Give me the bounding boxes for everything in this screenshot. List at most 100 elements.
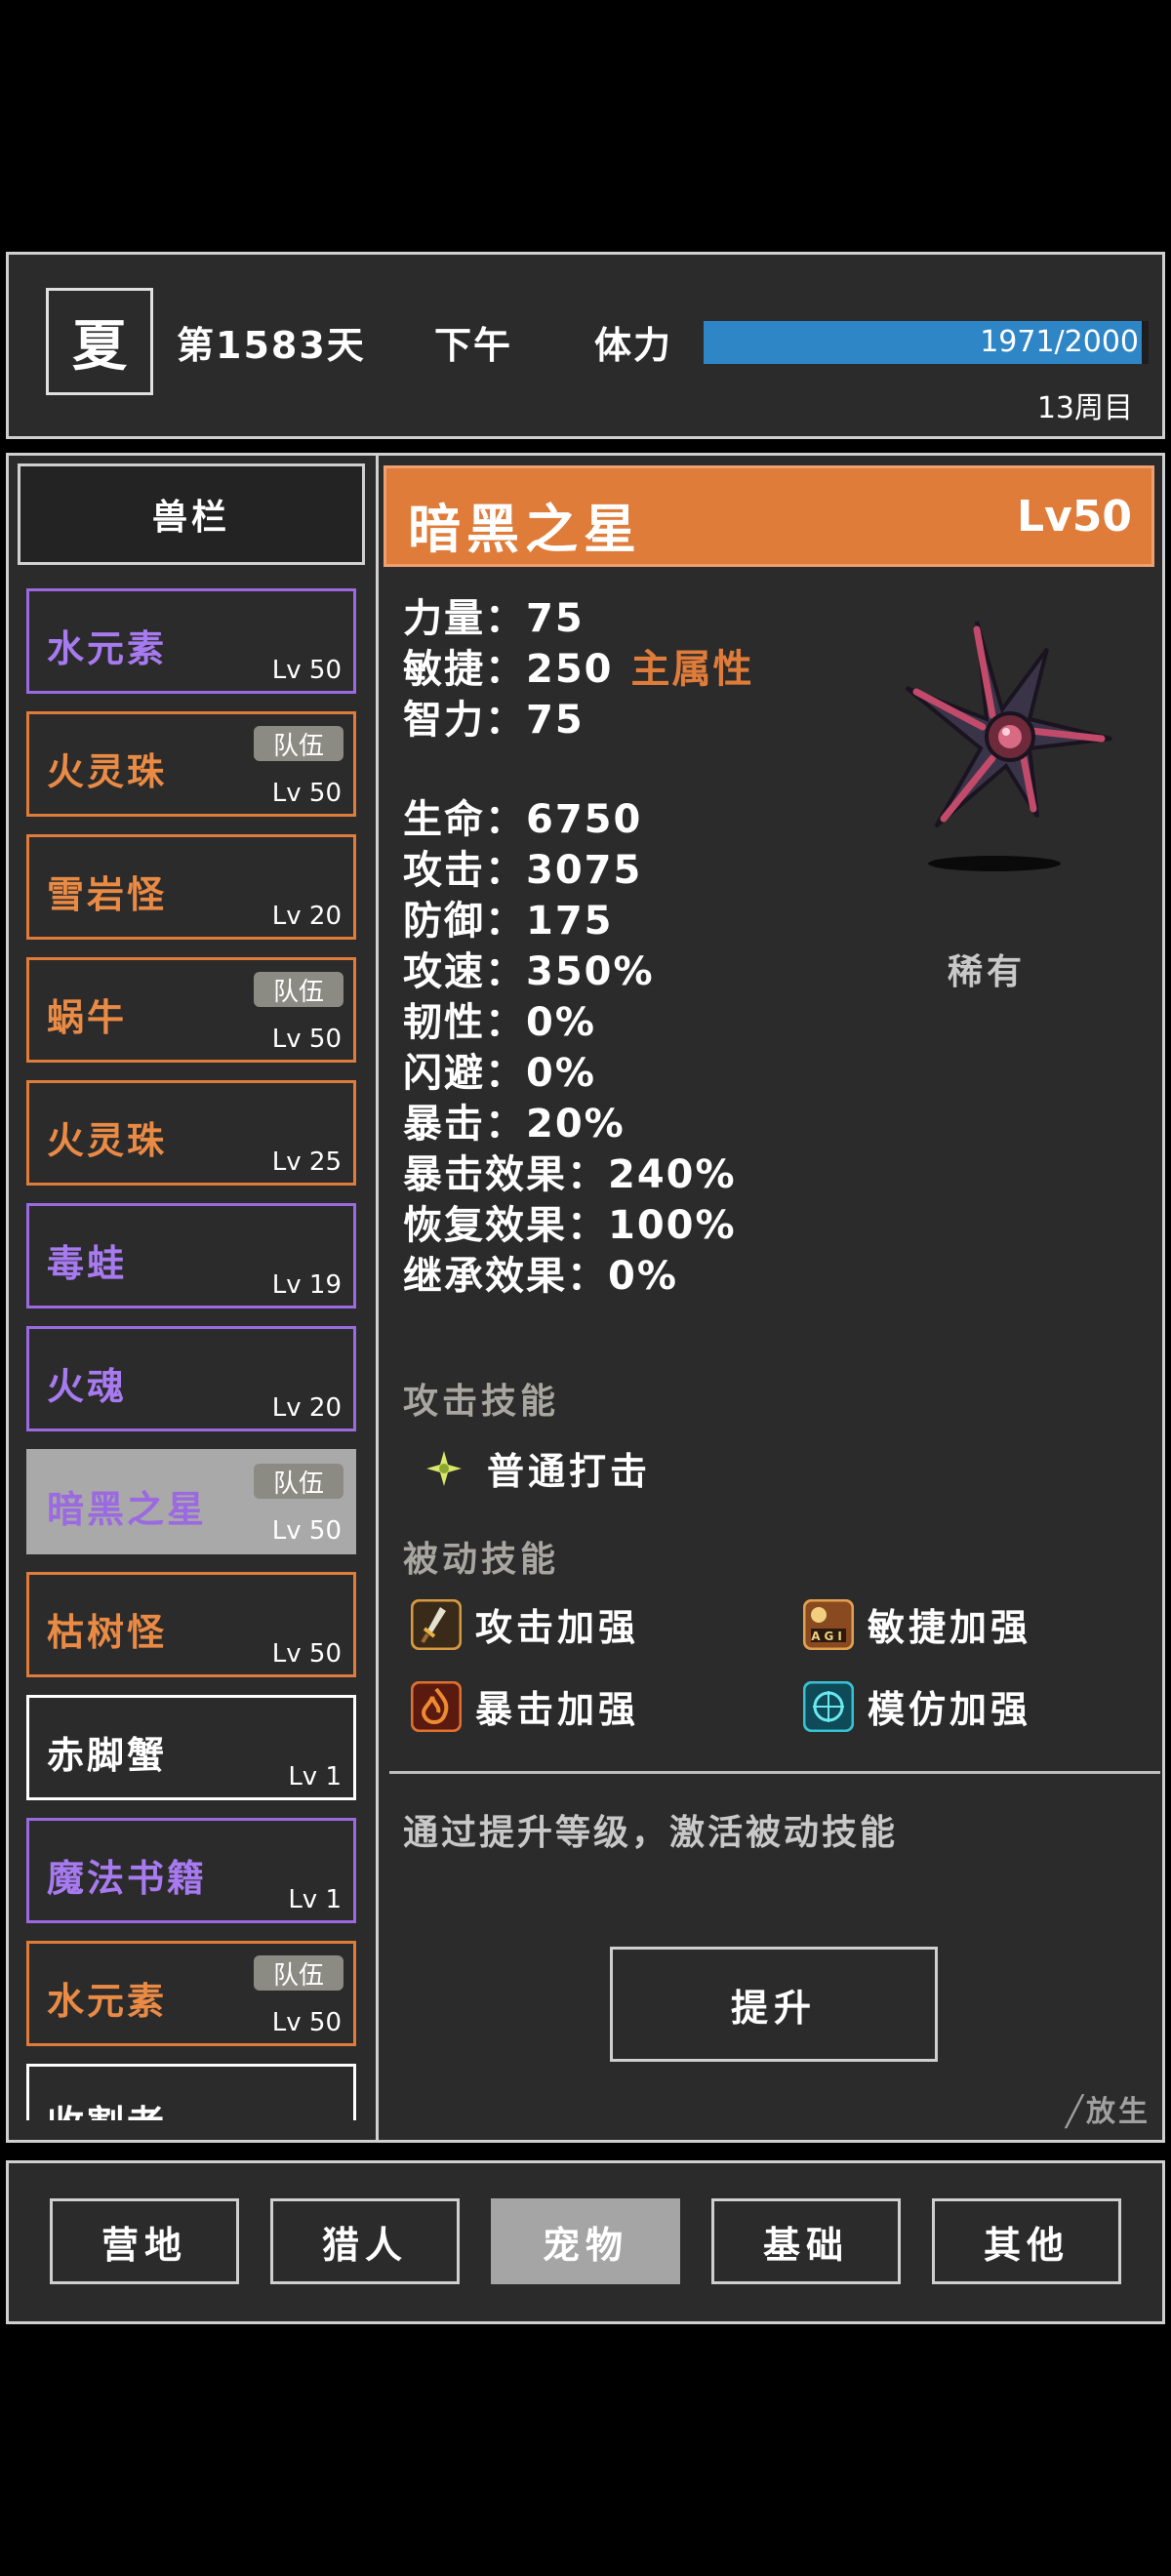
pet-level: Lv50 (1017, 492, 1132, 542)
passive-skill-attack-label: 攻击加强 (475, 1606, 640, 1649)
stat-attack: 攻击：3075 (403, 848, 643, 893)
pet-list-item-level: Lv 50 (271, 1516, 342, 1546)
pet-list-item-name: 魔法书籍 (47, 1857, 208, 1900)
divider (376, 456, 379, 2140)
pet-list-item-name: 暗黑之星 (47, 1488, 208, 1531)
mimic-rune-icon (803, 1680, 854, 1732)
team-badge: 队伍 (254, 726, 343, 761)
pet-list-item[interactable]: 赤脚蟹 Lv 1 (26, 1695, 356, 1800)
pet-list-item-name: 赤脚蟹 (47, 1734, 168, 1777)
nav-basics[interactable]: 基础 (711, 2198, 901, 2284)
stat-agility: 敏捷：250 (403, 647, 614, 692)
nav-other[interactable]: 其他 (932, 2198, 1121, 2284)
stat-intellect: 智力：75 (403, 698, 585, 743)
pet-list-item-name: 水元素 (47, 1980, 168, 2023)
nav-camp[interactable]: 营地 (50, 2198, 239, 2284)
pet-list-item-name: 火灵珠 (47, 750, 168, 793)
pet-list-item[interactable]: 火灵珠 队伍 Lv 50 (26, 711, 356, 817)
agi-icon: AGI (803, 1598, 854, 1650)
divider (389, 1771, 1160, 1774)
main-attribute-tag: 主属性 (630, 647, 754, 692)
pet-list-item-level: Lv 1 (288, 1762, 342, 1791)
pet-list[interactable]: 水元素 Lv 50 火灵珠 队伍 Lv 50 雪岩怪 Lv 20 蜗牛 队伍 Lv 50 火灵珠 Lv… (22, 588, 360, 2120)
pet-list-item[interactable]: 暗黑之星 队伍 Lv 50 (26, 1449, 356, 1554)
upgrade-button[interactable]: 提升 (610, 1947, 938, 2062)
time-of-day: 下午 (434, 324, 513, 367)
pet-list-item-name: 雪岩怪 (47, 873, 168, 916)
pet-detail-header: 暗黑之星 Lv50 (384, 465, 1154, 567)
stat-agility-row: 敏捷：250 主属性 (403, 637, 754, 694)
pet-list-item[interactable]: 火魂 Lv 20 (26, 1326, 356, 1431)
pet-list-item-level: Lv 50 (271, 2008, 342, 2037)
team-badge: 队伍 (254, 1955, 343, 1991)
passive-skill-crit-label: 暴击加强 (475, 1688, 640, 1731)
pet-list-item-name: 蜗牛 (47, 996, 128, 1039)
pet-list-item[interactable]: 火灵珠 Lv 25 (26, 1080, 356, 1186)
pet-list-item-level: Lv 50 (271, 1025, 342, 1054)
pet-list-item-level: Lv 20 (271, 902, 342, 931)
pet-list-item-name: 火魂 (47, 1365, 128, 1408)
attack-skill-item[interactable]: 普通打击 (423, 1441, 651, 1495)
stat-hp: 生命：6750 (403, 797, 643, 842)
team-badge: 队伍 (254, 972, 343, 1007)
passive-skill-agility[interactable]: AGI 敏捷加强 (803, 1597, 1031, 1651)
attack-skill-name: 普通打击 (487, 1450, 652, 1493)
stat-recovery-effect: 恢复效果：100% (403, 1203, 737, 1248)
pet-list-item[interactable]: 水元素 队伍 Lv 50 (26, 1941, 356, 2046)
pet-panel: 兽栏 水元素 Lv 50 火灵珠 队伍 Lv 50 雪岩怪 Lv 20 蜗牛 队伍 Lv 50 火灵… (6, 453, 1165, 2143)
day-counter: 第1583天 (177, 324, 366, 367)
passive-skill-crit[interactable]: 暴击加强 (411, 1679, 639, 1733)
pet-list-item-level: Lv 1 (288, 1885, 342, 1914)
pet-list-item-name: 水元素 (47, 627, 168, 670)
pet-list-item[interactable]: 魔法书籍 Lv 1 (26, 1818, 356, 1923)
pet-list-item-name: 毒蛙 (47, 1242, 128, 1285)
pet-list-item[interactable]: 收割者 (26, 2064, 356, 2120)
passive-skill-attack[interactable]: 攻击加强 (411, 1597, 639, 1651)
stat-crit-effect: 暴击效果：240% (403, 1152, 737, 1197)
sparkle-icon (426, 1450, 462, 1486)
dark-star-sprite (905, 621, 1112, 871)
bottom-nav: 营地 猎人 宠物 基础 其他 (6, 2160, 1165, 2324)
pet-list-item[interactable]: 毒蛙 Lv 19 (26, 1203, 356, 1308)
stat-strength: 力量：75 (403, 596, 585, 641)
pet-list-item[interactable]: 蜗牛 队伍 Lv 50 (26, 957, 356, 1063)
team-badge: 队伍 (254, 1464, 343, 1499)
pet-list-item[interactable]: 雪岩怪 Lv 20 (26, 834, 356, 940)
stamina-label: 体力 (594, 324, 673, 367)
pet-list-item[interactable]: 水元素 Lv 50 (26, 588, 356, 694)
stat-attack-speed: 攻速：350% (403, 949, 655, 994)
passive-skills-title: 被动技能 (403, 1540, 560, 1580)
cycle-counter: 13周目 (1036, 391, 1133, 425)
passive-skill-agility-label: 敏捷加强 (868, 1606, 1032, 1649)
passive-skill-mimic-label: 模仿加强 (868, 1688, 1032, 1731)
pen-tab[interactable]: 兽栏 (18, 463, 365, 565)
pet-list-item-name: 收割者 (47, 2094, 167, 2120)
sword-icon (411, 1598, 462, 1650)
upgrade-hint: 通过提升等级，激活被动技能 (403, 1813, 899, 1853)
release-button[interactable]: ╱放生 (1066, 2087, 1151, 2130)
stat-dodge: 闪避：0% (403, 1051, 596, 1096)
stat-crit: 暴击：20% (403, 1102, 626, 1147)
stat-toughness: 韧性：0% (403, 1000, 596, 1045)
stamina-value: 1971/2000 (980, 325, 1139, 359)
pet-list-item-level: Lv 25 (271, 1147, 342, 1177)
rarity-label: 稀有 (948, 952, 1027, 992)
attack-skills-title: 攻击技能 (403, 1382, 560, 1422)
pet-list-item-name: 火灵珠 (47, 1119, 168, 1162)
status-bar: 夏 第1583天 下午 体力 1971/2000 13周目 (6, 252, 1165, 439)
svg-text:AGI: AGI (811, 1630, 846, 1643)
pet-list-item-level: Lv 19 (271, 1270, 342, 1300)
pet-list-item-name: 枯树怪 (47, 1611, 168, 1654)
passive-skill-mimic[interactable]: 模仿加强 (803, 1679, 1031, 1733)
stat-defense: 防御：175 (403, 899, 614, 944)
stamina-bar: 1971/2000 (704, 321, 1149, 364)
pet-name: 暗黑之星 (408, 499, 642, 560)
pet-list-item-level: Lv 50 (271, 656, 342, 685)
nav-pets[interactable]: 宠物 (491, 2198, 680, 2284)
season-indicator: 夏 (46, 288, 153, 395)
pet-list-item-level: Lv 50 (271, 1639, 342, 1669)
pet-list-item[interactable]: 枯树怪 Lv 50 (26, 1572, 356, 1677)
nav-hunter[interactable]: 猎人 (270, 2198, 460, 2284)
pet-list-item-level: Lv 20 (271, 1393, 342, 1423)
flame-burst-icon (411, 1680, 462, 1732)
